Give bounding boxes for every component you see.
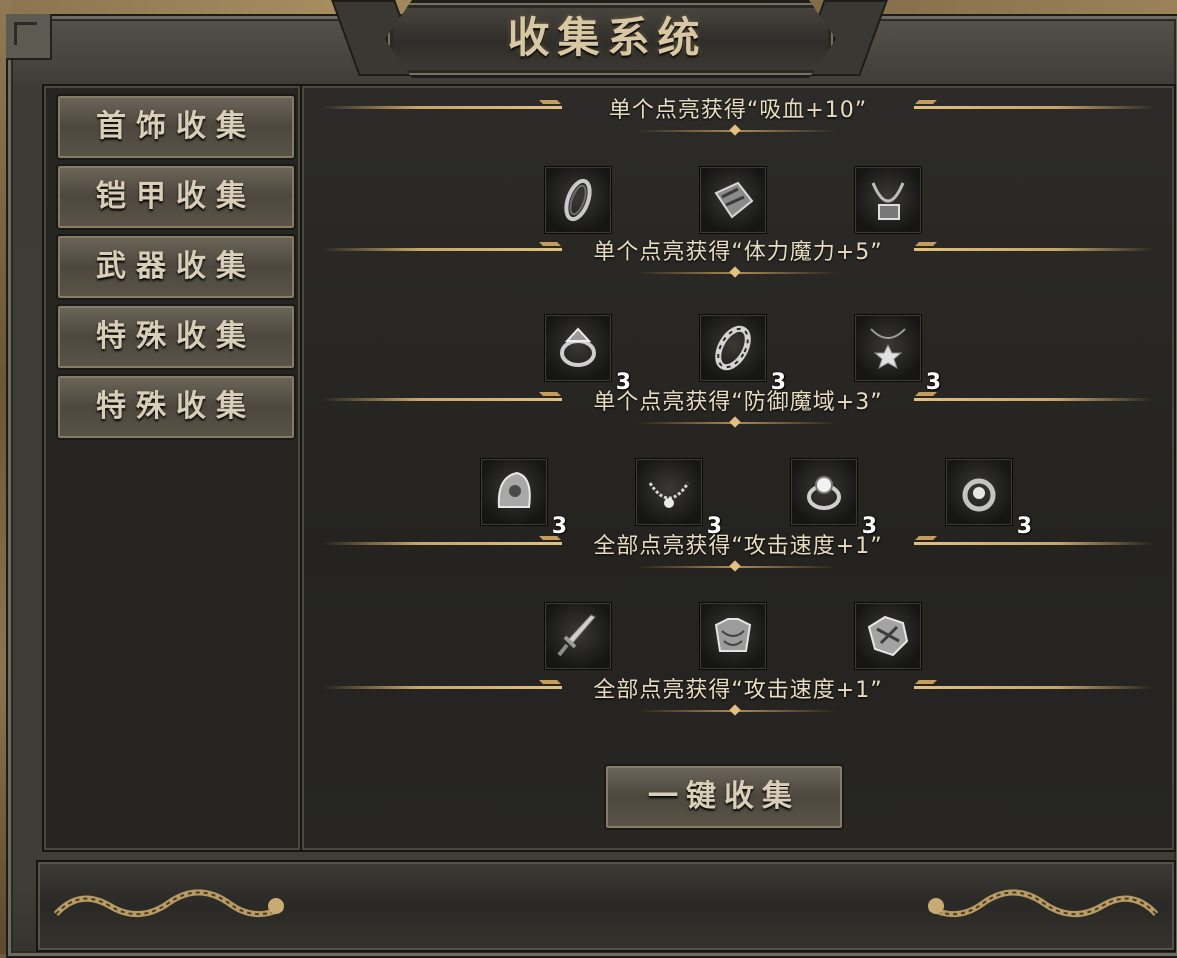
reward-label: 单个点亮获得“吸血+10” bbox=[608, 98, 868, 123]
reward-divider: 全部点亮获得“攻击速度+1” bbox=[302, 528, 1174, 588]
collection-slot[interactable] bbox=[544, 166, 612, 234]
reward-divider: 单个点亮获得“体力魔力+5” bbox=[302, 234, 1174, 294]
sword-icon bbox=[557, 614, 596, 657]
collection-slot[interactable]: 3 bbox=[480, 458, 567, 539]
footer-ornament-bar bbox=[36, 860, 1176, 952]
ring-icon bbox=[807, 476, 841, 510]
armor-icon bbox=[714, 618, 752, 652]
tab-armor-collection[interactable]: 铠甲收集 bbox=[56, 164, 296, 230]
collection-slot[interactable]: 3 bbox=[790, 458, 877, 539]
collection-slot[interactable]: 3 bbox=[544, 314, 631, 395]
helmet-icon bbox=[497, 471, 531, 508]
sidebar: 首饰收集 铠甲收集 武器收集 特殊收集 特殊收集 bbox=[42, 84, 302, 852]
gauntlet-icon bbox=[714, 181, 754, 219]
collection-slot[interactable] bbox=[854, 602, 922, 670]
tab-special-collection-2[interactable]: 特殊收集 bbox=[56, 374, 296, 440]
collect-all-button[interactable]: 一键收集 bbox=[604, 764, 844, 830]
reward-label: 单个点亮获得“防御魔域+3” bbox=[593, 390, 883, 415]
reward-divider: 单个点亮获得“防御魔域+3” bbox=[302, 384, 1174, 444]
dragon-right-icon bbox=[928, 889, 1159, 918]
collection-slot[interactable] bbox=[699, 602, 767, 670]
window-title: 收集系统 bbox=[507, 13, 708, 62]
tab-special-collection[interactable]: 特殊收集 bbox=[56, 304, 296, 370]
collection-slot[interactable] bbox=[699, 166, 767, 234]
armor-icon bbox=[867, 615, 909, 657]
tab-weapon-collection[interactable]: 武器收集 bbox=[56, 234, 296, 300]
collection-slot[interactable]: 3 bbox=[945, 458, 1032, 539]
necklace-icon bbox=[871, 182, 905, 220]
necklace-icon bbox=[648, 482, 690, 508]
collection-slot[interactable] bbox=[854, 166, 922, 234]
bracelet-icon bbox=[715, 325, 751, 371]
collection-slot[interactable]: 3 bbox=[699, 314, 786, 395]
ring-icon bbox=[962, 478, 996, 512]
reward-divider: 单个点亮获得“吸血+10” bbox=[302, 92, 1174, 152]
amulet-icon bbox=[870, 328, 906, 370]
ring-icon bbox=[560, 327, 596, 367]
collection-slot[interactable]: 3 bbox=[854, 314, 941, 395]
reward-label: 全部点亮获得“攻击速度+1” bbox=[593, 678, 883, 703]
collection-content: 单个点亮获得“吸血+10” 单个点亮获得“体力魔力+5” 3 3 3 单个点亮获… bbox=[300, 84, 1176, 852]
collection-slot[interactable]: 3 bbox=[635, 458, 722, 539]
reward-label: 单个点亮获得“体力魔力+5” bbox=[593, 240, 883, 265]
reward-label: 全部点亮获得“攻击速度+1” bbox=[593, 534, 883, 559]
frame-corner-ornament bbox=[6, 14, 52, 60]
reward-divider: 全部点亮获得“攻击速度+1” bbox=[302, 672, 1174, 732]
tab-jewelry-collection[interactable]: 首饰收集 bbox=[56, 94, 296, 160]
dragon-left-icon bbox=[53, 889, 284, 918]
bracelet-icon bbox=[564, 178, 592, 222]
collection-slot[interactable] bbox=[544, 602, 612, 670]
